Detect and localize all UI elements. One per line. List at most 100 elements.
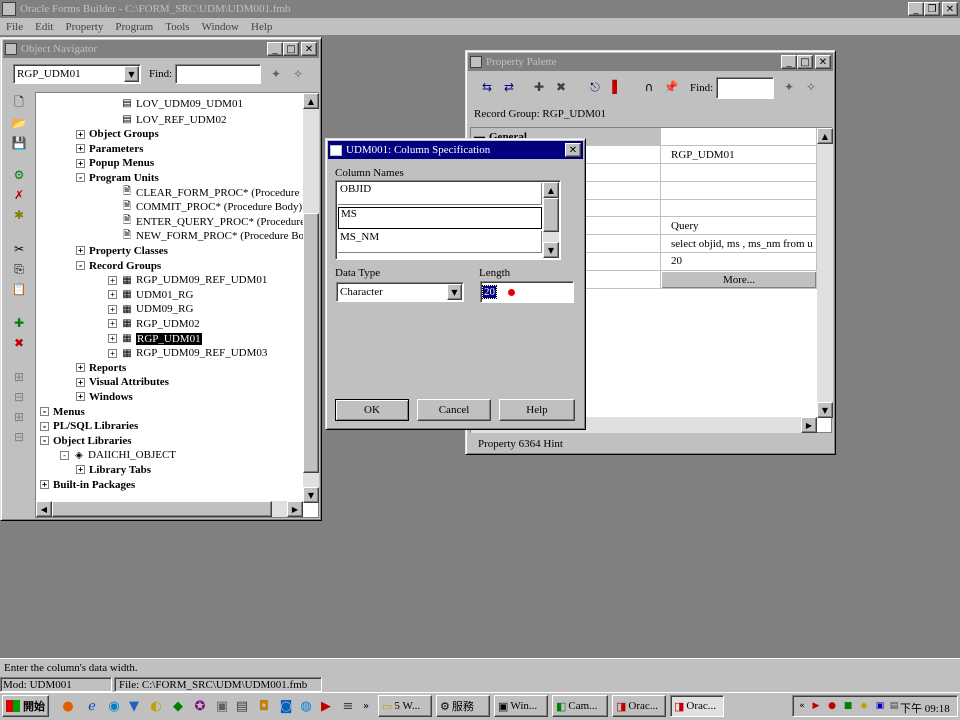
scroll-thumb[interactable] <box>303 213 319 473</box>
menu-window[interactable]: Window <box>202 21 239 33</box>
property-value[interactable] <box>661 199 817 218</box>
tree-node[interactable]: + ▦ RGP_UDM09_REF_UDM03 <box>108 346 267 361</box>
cut-icon[interactable]: ✂ <box>10 240 28 258</box>
tree-node[interactable]: + Reports <box>76 360 126 375</box>
expand-node-icon[interactable]: + <box>108 334 117 343</box>
quicklaunch-icon-9[interactable]: ▤ <box>234 698 250 714</box>
expand-node-icon[interactable]: + <box>108 290 117 300</box>
tree-node[interactable]: - ◈ DAIICHI_OBJECT <box>60 448 176 463</box>
quicklaunch-icon-10[interactable]: ◘ <box>256 698 272 714</box>
copy-icon[interactable]: ⎘ <box>10 260 28 278</box>
expand-all-icon[interactable]: ⊞ <box>10 408 28 426</box>
expand-node-icon[interactable]: + <box>76 363 85 373</box>
module-select[interactable]: RGP_UDM01 ▼ <box>13 64 141 84</box>
expand-icon[interactable]: ⊞ <box>10 368 28 386</box>
quicklaunch-icon-12[interactable]: ◍ <box>298 698 314 714</box>
navigator-vscroll[interactable]: ▲ ▼ <box>303 93 319 503</box>
inherit-icon[interactable]: ⎋ <box>586 78 604 96</box>
dialog-close-icon[interactable]: ✕ <box>565 143 581 157</box>
ie-icon[interactable]: ℯ <box>84 698 100 714</box>
tree-node[interactable]: - Program Units <box>76 170 159 185</box>
tree-node[interactable]: + Library Tabs <box>76 462 151 477</box>
menu-file[interactable]: File <box>6 21 23 33</box>
quicklaunch-icon-11[interactable]: ◙ <box>278 698 294 714</box>
navigator-close-icon[interactable]: ✕ <box>301 42 317 56</box>
tree-node[interactable]: + ▦ RGP_UDM02 <box>108 316 200 331</box>
save-icon[interactable]: 💾 <box>10 134 28 152</box>
column-name-item[interactable]: MS_NM <box>338 231 542 253</box>
column-scroll-down-icon[interactable]: ▼ <box>543 242 559 258</box>
navigator-minimize-icon[interactable]: _ <box>267 42 283 56</box>
tray-shield-icon[interactable]: ◆ <box>858 700 870 712</box>
column-list-vscroll[interactable]: ▲ ▼ <box>543 182 559 258</box>
chevron-down-icon[interactable]: ▼ <box>124 66 139 82</box>
tree-node[interactable]: + Visual Attributes <box>76 375 169 390</box>
collapse-node-icon[interactable]: - <box>40 407 49 416</box>
palette-find-prev-icon[interactable]: ✧ <box>802 78 820 96</box>
navigator-hscroll[interactable]: ◀ ▶ <box>36 501 303 517</box>
cancel-button[interactable]: Cancel <box>417 399 491 421</box>
tray-icon-6[interactable]: ▤ <box>888 700 900 712</box>
tree-node[interactable]: + Property Classes <box>76 243 168 258</box>
task-item-2[interactable]: ▣ Win... <box>494 695 548 717</box>
column-name-item[interactable]: MS <box>338 207 542 229</box>
quicklaunch-icon-5[interactable]: ◐ <box>148 698 164 714</box>
collapse-node-icon[interactable]: - <box>60 450 69 460</box>
palette-scroll-right-icon[interactable]: ▶ <box>801 417 817 433</box>
palette-close-icon[interactable]: ✕ <box>815 55 831 69</box>
scroll-right-icon[interactable]: ▶ <box>287 501 303 517</box>
delete-property-icon[interactable]: ✖ <box>552 78 570 96</box>
tray-icon-1[interactable]: ▶ <box>810 700 822 712</box>
help-button[interactable]: Help <box>499 399 575 421</box>
tree-node[interactable]: + ▦ RGP_UDM01 <box>108 331 202 346</box>
expand-node-icon[interactable]: + <box>76 158 85 168</box>
expand-node-icon[interactable]: + <box>108 304 117 314</box>
freeze-icon[interactable]: 📌 <box>662 78 680 96</box>
expand-node-icon[interactable]: + <box>40 480 49 489</box>
expand-node-icon[interactable]: + <box>108 275 117 285</box>
expand-node-icon[interactable]: + <box>76 144 85 154</box>
task-item-0[interactable]: ▭ 5 W... <box>378 695 432 717</box>
quicklaunch-icon-14[interactable]: ≡ <box>340 698 356 714</box>
property-value[interactable]: RGP_UDM01 <box>661 146 817 164</box>
property-value[interactable] <box>661 163 817 182</box>
quicklaunch-icon-8[interactable]: ▣ <box>214 698 230 714</box>
app-close-icon[interactable]: ✕ <box>942 2 958 16</box>
delete-icon[interactable]: ✖ <box>10 334 28 352</box>
quicklaunch-icon-7[interactable]: ✪ <box>192 698 208 714</box>
length-input[interactable]: 20 <box>480 281 574 303</box>
collapse-node-icon[interactable]: - <box>40 421 49 431</box>
quicklaunch-more-icon[interactable]: » <box>360 698 372 714</box>
column-name-item[interactable]: OBJID <box>338 183 542 205</box>
firefox-icon[interactable]: ● <box>60 698 76 714</box>
debug-icon[interactable]: ✗ <box>10 186 28 204</box>
intersection-icon[interactable]: ▌ <box>608 78 626 96</box>
collapse-node-icon[interactable]: - <box>76 261 85 270</box>
property-value[interactable] <box>661 181 817 200</box>
tree-node[interactable]: - Object Libraries <box>40 433 132 448</box>
quicklaunch-icon-3[interactable]: ◉ <box>106 698 122 714</box>
tree-node[interactable]: - Menus <box>40 404 85 419</box>
collapse-node-icon[interactable]: - <box>40 436 49 446</box>
find-prev-icon[interactable]: ✧ <box>289 65 307 83</box>
quicklaunch-icon-4[interactable]: ▼ <box>126 698 142 714</box>
tree-node[interactable]: + Built-in Packages <box>40 477 135 492</box>
navigator-find-input[interactable] <box>175 64 261 84</box>
add-property-icon[interactable]: ✚ <box>530 78 548 96</box>
tree-node[interactable]: - Record Groups <box>76 258 161 273</box>
tray-icon-5[interactable]: ▣ <box>874 700 886 712</box>
expand-node-icon[interactable]: + <box>76 377 85 387</box>
tree-node[interactable]: + ▦ UDM01_RG <box>108 287 193 302</box>
property-value[interactable]: Query <box>661 217 817 236</box>
tree-node[interactable]: + ▦ UDM09_RG <box>108 302 193 317</box>
more-button[interactable]: More... <box>661 270 817 289</box>
property-value[interactable]: select objid, ms , ms_nm from u <box>661 235 817 253</box>
property-value[interactable]: 20 <box>661 252 817 271</box>
tray-icon-3[interactable]: ■ <box>842 700 854 712</box>
expand-node-icon[interactable]: + <box>76 392 85 402</box>
paste-icon[interactable]: 📋 <box>10 280 28 298</box>
app-restore-icon[interactable]: ❐ <box>924 2 940 16</box>
open-folder-icon[interactable]: 📂 <box>10 114 28 132</box>
column-scroll-up-icon[interactable]: ▲ <box>543 182 559 198</box>
collapse-node-icon[interactable]: - <box>76 173 85 183</box>
